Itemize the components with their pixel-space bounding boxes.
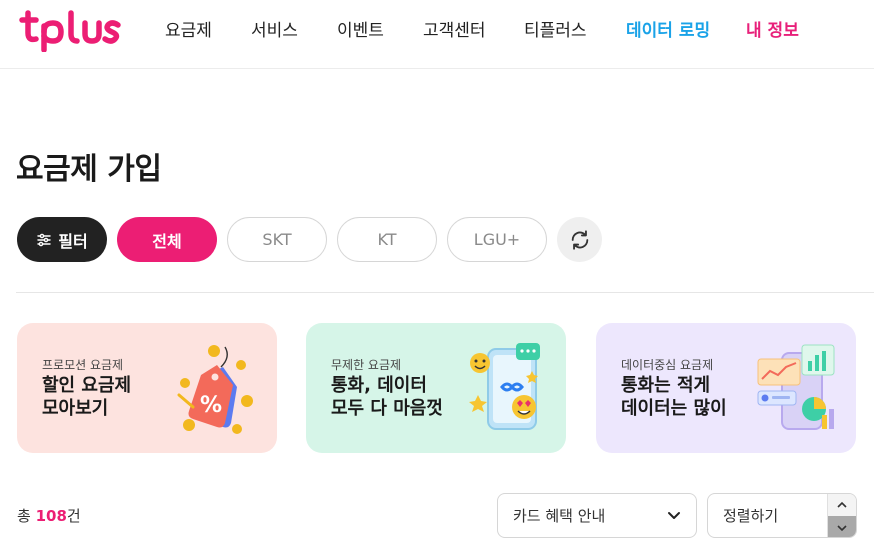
spinner-down-button[interactable] bbox=[828, 516, 856, 537]
filter-label: 필터 bbox=[58, 231, 88, 251]
card-title-line1: 할인 요금제 bbox=[42, 375, 132, 396]
nav-my-info[interactable]: 내 정보 bbox=[746, 16, 799, 41]
total-count: 총 108건 bbox=[17, 505, 81, 526]
card-title-line2: 데이터는 많이 bbox=[621, 398, 727, 419]
svg-text:%: % bbox=[200, 393, 222, 418]
chevron-up-icon bbox=[837, 501, 847, 508]
smartphone-emoji-icon bbox=[469, 343, 540, 430]
site-header: 요금제 서비스 이벤트 고객센터 티플러스 데이터 로밍 내 정보 bbox=[0, 0, 874, 69]
total-prefix: 총 bbox=[17, 507, 36, 525]
chevron-down-icon bbox=[837, 524, 847, 531]
filter-button[interactable]: 필터 bbox=[17, 217, 107, 262]
section-divider bbox=[16, 292, 874, 293]
card-title-line2: 모아보기 bbox=[42, 398, 109, 419]
data-chart-icon bbox=[757, 344, 835, 430]
sliders-icon bbox=[37, 233, 51, 246]
sort-select[interactable]: 정렬하기 bbox=[707, 493, 857, 538]
card-benefit-select[interactable]: 카드 혜택 안내 bbox=[497, 493, 697, 538]
chip-lgu[interactable]: LGU+ bbox=[447, 217, 547, 262]
nav-data-roaming[interactable]: 데이터 로밍 bbox=[626, 16, 710, 41]
nav-services[interactable]: 서비스 bbox=[251, 16, 298, 41]
sort-spinner[interactable] bbox=[827, 494, 856, 537]
nav-tplus[interactable]: 티플러스 bbox=[524, 16, 587, 41]
total-number: 108 bbox=[35, 507, 67, 525]
sort-value: 정렬하기 bbox=[723, 507, 779, 525]
card-subtitle: 무제한 요금제 bbox=[331, 358, 402, 372]
card-benefit-value: 카드 혜택 안내 bbox=[513, 507, 606, 525]
spinner-up-button[interactable] bbox=[828, 494, 856, 516]
promo-plans-card[interactable]: 프로모션 요금제 할인 요금제 모아보기 % bbox=[17, 323, 277, 453]
tplus-logo[interactable] bbox=[16, 8, 128, 52]
page-title: 요금제 가입 bbox=[16, 152, 162, 187]
card-title-line1: 통화, 데이터 bbox=[331, 375, 427, 396]
chevron-down-icon bbox=[668, 512, 680, 519]
card-title: 통화, 데이터 모두 다 마음껏 bbox=[331, 374, 443, 420]
chip-kt[interactable]: KT bbox=[337, 217, 437, 262]
card-title-line1: 통화는 적게 bbox=[621, 375, 711, 396]
discount-tag-icon: % bbox=[177, 345, 253, 434]
unlimited-plans-card[interactable]: 무제한 요금제 통화, 데이터 모두 다 마음껏 bbox=[306, 323, 566, 453]
nav-customer-center[interactable]: 고객센터 bbox=[423, 16, 486, 41]
chip-all[interactable]: 전체 bbox=[117, 217, 217, 262]
refresh-icon bbox=[571, 229, 588, 250]
card-subtitle: 데이터중심 요금제 bbox=[621, 358, 714, 372]
card-title: 할인 요금제 모아보기 bbox=[42, 374, 131, 420]
nav-events[interactable]: 이벤트 bbox=[337, 16, 384, 41]
chip-skt[interactable]: SKT bbox=[227, 217, 327, 262]
total-suffix: 건 bbox=[66, 507, 81, 525]
nav-plans[interactable]: 요금제 bbox=[165, 16, 212, 41]
card-subtitle: 프로모션 요금제 bbox=[42, 358, 124, 372]
card-title-line2: 모두 다 마음껏 bbox=[331, 398, 443, 419]
refresh-button[interactable] bbox=[557, 217, 602, 262]
card-title: 통화는 적게 데이터는 많이 bbox=[621, 374, 727, 420]
data-plans-card[interactable]: 데이터중심 요금제 통화는 적게 데이터는 많이 bbox=[596, 323, 856, 453]
